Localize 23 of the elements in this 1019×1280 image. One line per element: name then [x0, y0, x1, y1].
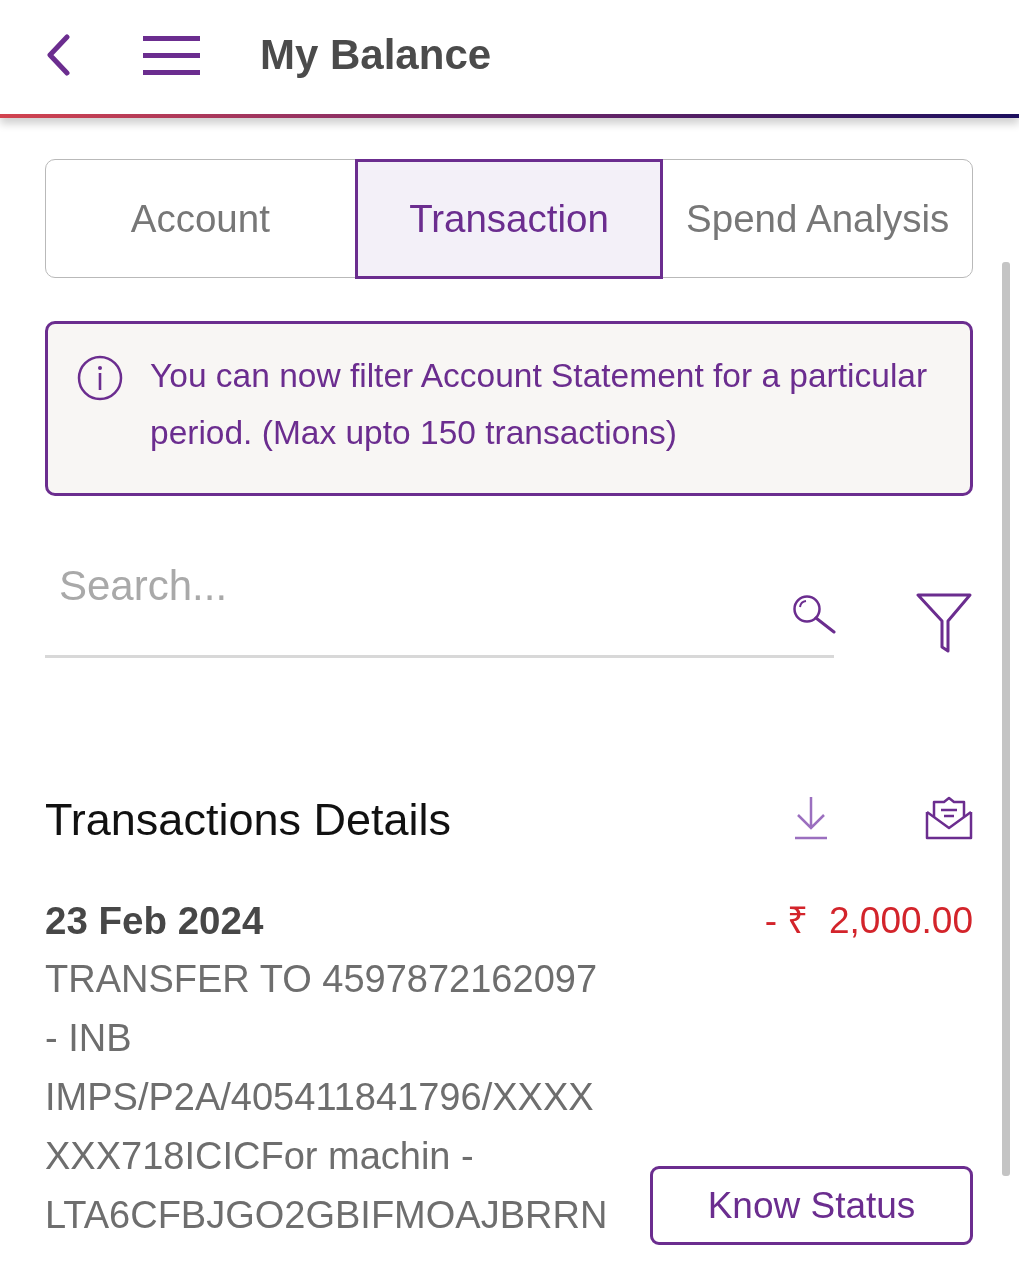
tab[interactable]: Spend Analysis	[663, 158, 972, 279]
transaction-amount: - ₹ 2,000.00	[764, 899, 973, 943]
download-button[interactable]	[793, 795, 829, 841]
info-text: You can now filter Account Statement for a particular period. (Max upto 150 transactions)	[150, 356, 929, 453]
section-title: Transactions Details	[45, 794, 452, 846]
search-icon	[792, 594, 836, 634]
search-field[interactable]: Search...	[45, 558, 834, 658]
know-status-button[interactable]: Know Status	[650, 1166, 973, 1245]
back-icon	[45, 34, 71, 76]
mail-button[interactable]	[925, 796, 973, 840]
menu-button[interactable]	[143, 35, 200, 75]
filter-button[interactable]	[916, 593, 972, 653]
transaction-description: TRANSFER TO 4597872162097 - INB IMPS/P2A/405411841796/XXXXXXX718ICICFor machin - LTA6CFBJGO2GBIFMOAJBRRN	[45, 957, 609, 1238]
tab[interactable]: Transaction	[354, 158, 664, 279]
back-button[interactable]	[45, 34, 71, 76]
page-title: My Balance	[260, 31, 492, 79]
transaction-date: 23 Feb 2024	[45, 898, 265, 944]
info-icon	[77, 355, 123, 401]
menu-icon	[143, 35, 200, 75]
tab[interactable]: Account	[46, 158, 355, 279]
download-icon	[793, 795, 829, 841]
mail-icon	[925, 796, 973, 840]
filter-icon	[916, 593, 972, 653]
